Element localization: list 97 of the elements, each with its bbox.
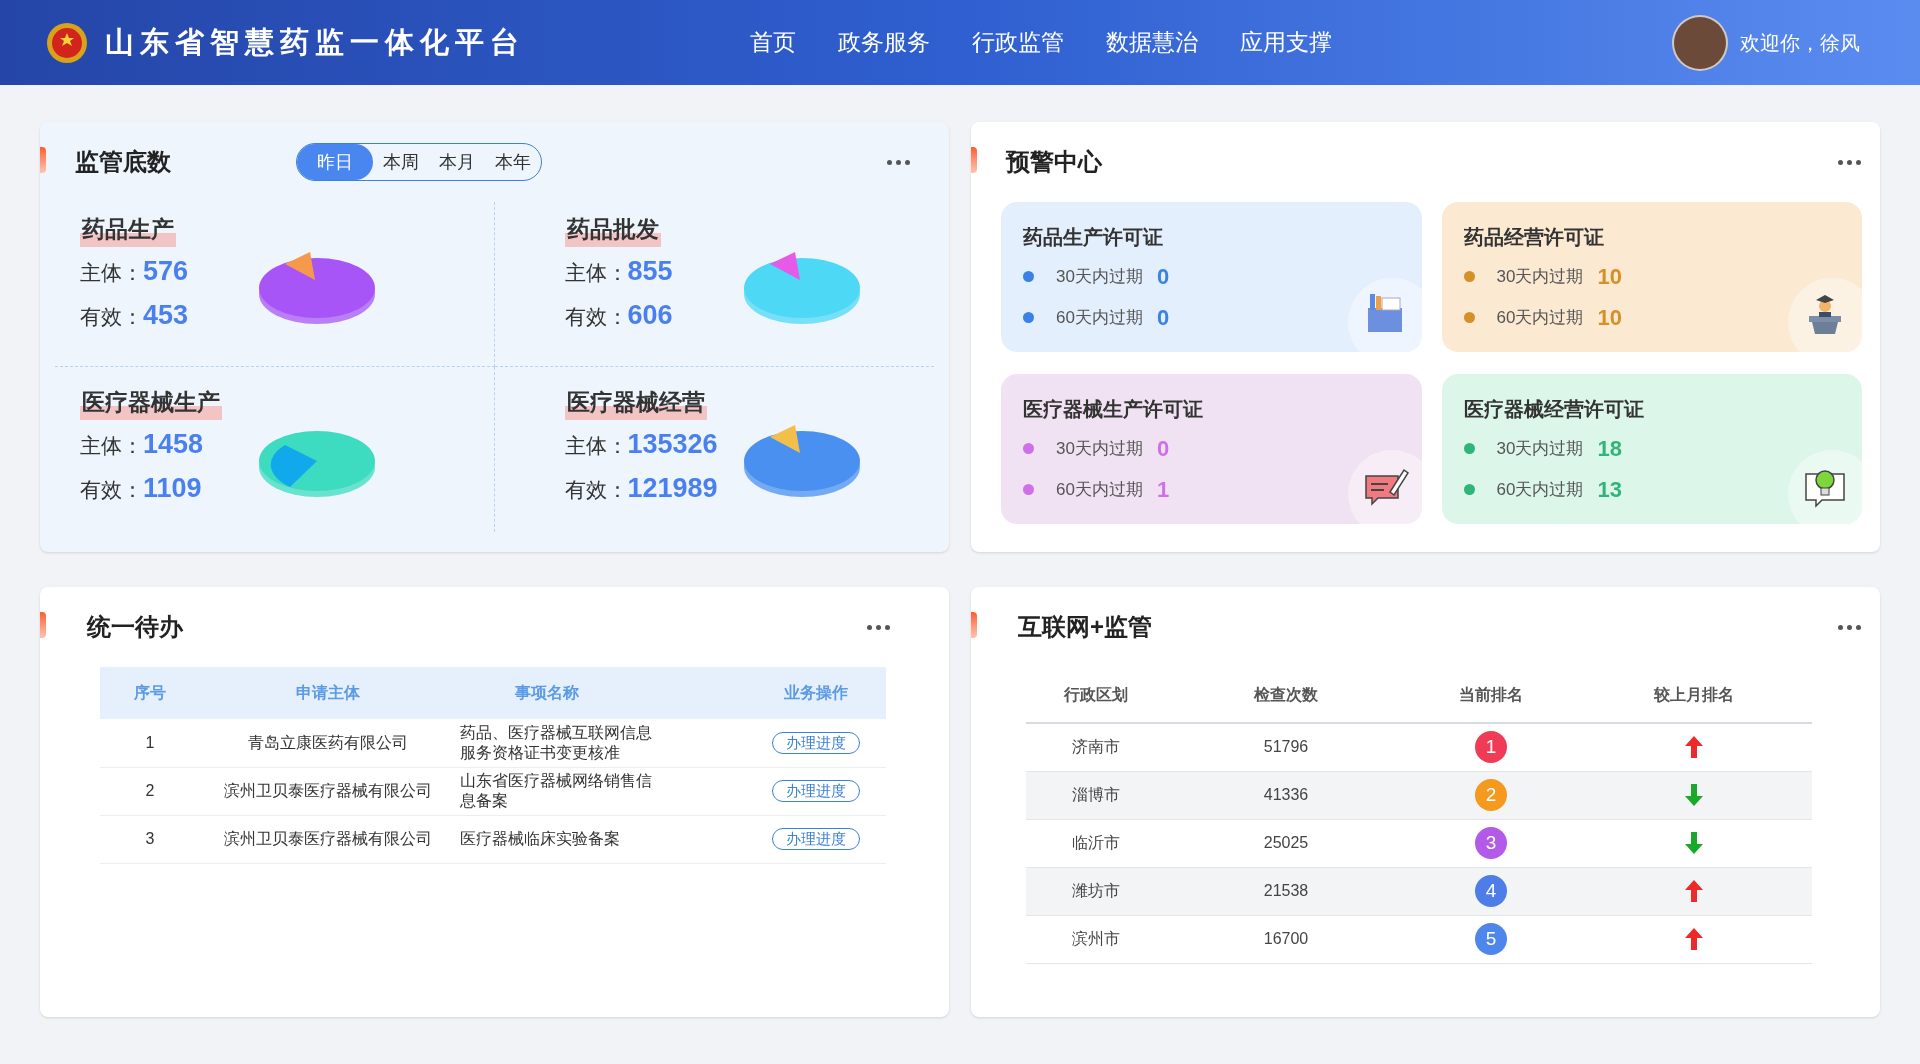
card-title: 医疗器械经营许可证: [1463, 397, 1645, 422]
table-cell-text: 医疗器械临床实验备案: [460, 829, 621, 849]
expiry-count: 13: [1597, 476, 1622, 504]
expiry-count: 1: [1156, 476, 1170, 504]
expiry-label: 30天内过期: [1056, 265, 1143, 288]
expiry-label: 60天内过期: [1496, 306, 1584, 329]
expiry-label: 30天内过期: [1496, 437, 1584, 460]
nav-link[interactable]: 首页: [750, 25, 796, 60]
stat-label: 主体：: [80, 432, 143, 459]
rank-badge: 3: [1475, 827, 1507, 859]
table-cell: 淄博市: [1026, 771, 1166, 819]
table-cell-text: 山东省医疗器械网络销售信息备案: [460, 771, 653, 811]
period-tab[interactable]: 本月: [429, 144, 485, 180]
table-cell: 25025: [1166, 819, 1406, 867]
platform-title: 山东省智慧药监一体化平台: [105, 24, 525, 60]
down-arrow-icon: [1684, 830, 1704, 856]
expiry-count: 0: [1156, 263, 1170, 291]
table-cell: 21538: [1166, 867, 1406, 915]
column-header: 申请主体: [200, 667, 455, 719]
emblem-icon: [45, 20, 89, 65]
stat-label: 有效：: [564, 477, 628, 503]
card-title: 医疗器械生产许可证: [1023, 397, 1204, 422]
table-cell: 3: [100, 815, 200, 863]
panel-accent: [40, 147, 46, 173]
expiry-count: 10: [1597, 263, 1622, 291]
panel-title: 统一待办: [87, 612, 183, 642]
table-cell-text: 药品、医疗器械互联网信息服务资格证书变更核准: [460, 722, 653, 763]
nav-link[interactable]: 行政监管: [972, 25, 1064, 60]
stat-value: 1109: [143, 472, 202, 505]
rank-badge: 5: [1475, 923, 1507, 955]
expiry-label: 60天内过期: [1056, 306, 1143, 329]
stat-label: 主体：: [80, 259, 143, 286]
alert-card[interactable]: 医疗器械生产许可证 30天内过期 0 60天内过期 1: [1001, 374, 1422, 524]
stat-label: 主体：: [564, 259, 628, 286]
table-cell: 2: [100, 767, 200, 815]
column-header: 行政区划: [1026, 667, 1166, 723]
alert-card[interactable]: 医疗器械经营许可证 30天内过期 18 60天内过期 13: [1441, 374, 1862, 524]
table-cell: 16700: [1166, 915, 1406, 963]
rank-badge: 2: [1475, 779, 1507, 811]
card-title: 药品生产许可证: [1023, 225, 1164, 250]
welcome-text: 欢迎你，徐风: [1740, 30, 1860, 56]
stat-label: 主体：: [564, 432, 628, 459]
alert-card[interactable]: 药品经营许可证 30天内过期 10 60天内过期 10: [1441, 202, 1862, 352]
table-cell: 41336: [1166, 771, 1406, 819]
column-header: 事项名称: [455, 667, 745, 719]
card-title: 药品经营许可证: [1463, 225, 1605, 250]
expiry-count: 18: [1597, 435, 1622, 463]
expiry-label: 60天内过期: [1496, 478, 1584, 501]
panel-accent: [40, 612, 46, 638]
expiry-label: 30天内过期: [1496, 265, 1584, 288]
table-cell: 济南市: [1026, 723, 1166, 771]
panel-title: 监管底数: [75, 147, 171, 177]
stat-label: 有效：: [80, 304, 143, 330]
period-tab[interactable]: 昨日: [297, 144, 373, 180]
stat-value: 606: [627, 299, 673, 332]
stat-value: 855: [627, 254, 673, 288]
table-cell: 51796: [1166, 723, 1406, 771]
stat-value: 453: [143, 299, 189, 332]
expiry-label: 60天内过期: [1056, 478, 1143, 501]
column-header: 业务操作: [745, 667, 886, 719]
nav-link[interactable]: 政务服务: [838, 25, 930, 60]
table-cell: 滨州卫贝泰医疗器械有限公司: [200, 767, 455, 815]
stat-value: 1458: [143, 427, 204, 461]
column-header: 较上月排名: [1576, 667, 1812, 723]
alert-card[interactable]: 药品生产许可证 30天内过期 0 60天内过期 0: [1001, 202, 1422, 352]
table-cell: 滨州市: [1026, 915, 1166, 963]
rank-badge: 1: [1475, 731, 1507, 764]
nav-link[interactable]: 应用支撑: [1240, 25, 1332, 60]
expiry-count: 10: [1597, 304, 1622, 332]
panel-title: 互联网+监管: [1018, 612, 1152, 642]
panel-title: 预警中心: [1006, 147, 1102, 177]
stat-value: 121989: [627, 472, 718, 505]
table-cell: 临沂市: [1026, 819, 1166, 867]
period-tab[interactable]: 本周: [373, 144, 429, 180]
panel-accent: [971, 612, 977, 638]
period-tab[interactable]: 本年: [485, 144, 541, 180]
down-arrow-icon: [1684, 782, 1704, 808]
table-cell: 滨州卫贝泰医疗器械有限公司: [200, 815, 455, 863]
stat-value: 576: [143, 254, 189, 288]
rank-badge: 4: [1475, 875, 1507, 907]
table-cell: 1: [100, 719, 200, 767]
expiry-count: 0: [1156, 435, 1170, 463]
stat-value: 135326: [627, 427, 718, 461]
stat-label: 有效：: [564, 304, 628, 330]
up-arrow-icon: [1684, 878, 1704, 904]
table-cell: 潍坊市: [1026, 867, 1166, 915]
up-arrow-icon: [1684, 734, 1704, 761]
panel-accent: [971, 147, 977, 173]
expiry-count: 0: [1156, 304, 1170, 332]
column-header: 检查次数: [1166, 667, 1406, 723]
column-header: 序号: [100, 667, 200, 719]
nav-link[interactable]: 数据慧治: [1106, 25, 1198, 60]
column-header: 当前排名: [1406, 667, 1576, 723]
table-cell: 青岛立康医药有限公司: [200, 719, 455, 767]
up-arrow-icon: [1684, 926, 1704, 952]
stat-label: 有效：: [80, 477, 143, 503]
expiry-label: 30天内过期: [1056, 437, 1143, 460]
